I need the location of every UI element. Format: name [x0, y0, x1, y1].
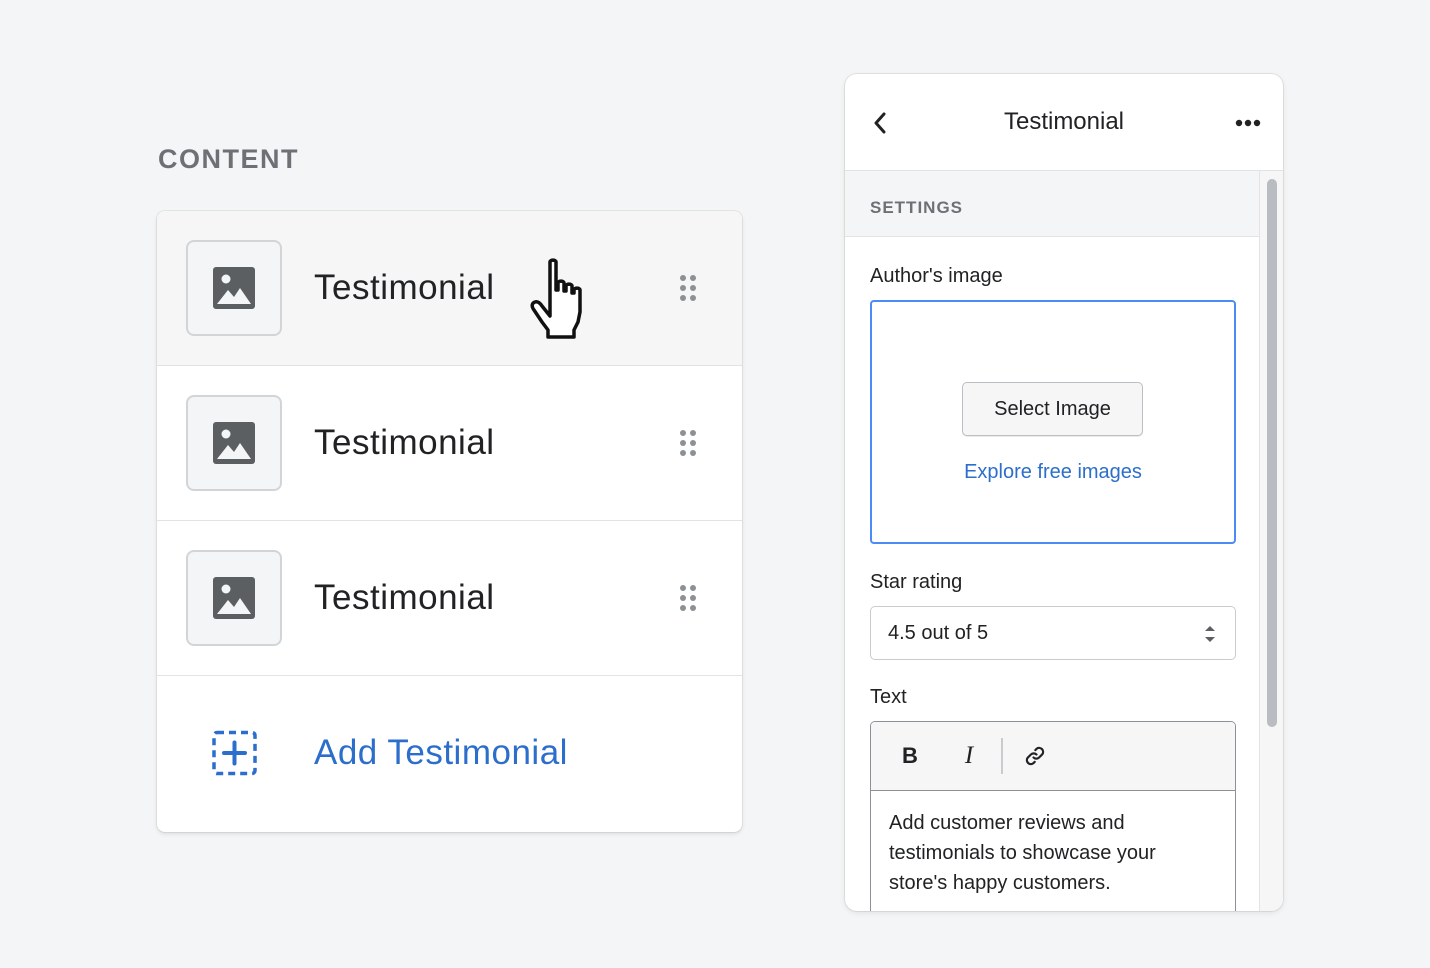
list-item-label: Testimonial	[314, 423, 495, 462]
bold-button[interactable]: B	[895, 741, 925, 771]
scrollbar-thumb[interactable]	[1267, 179, 1277, 727]
list-item-testimonial-1[interactable]: Testimonial	[157, 211, 742, 366]
testimonial-list: Testimonial Testimonial Testimonial Add …	[157, 211, 742, 832]
list-item-testimonial-2[interactable]: Testimonial	[157, 366, 742, 521]
panel-title: Testimonial	[1003, 108, 1125, 135]
settings-panel: Testimonial SETTINGS Author's image Sele…	[845, 74, 1283, 911]
toolbar-divider	[1001, 738, 1003, 774]
panel-body: SETTINGS Author's image Select Image Exp…	[845, 171, 1259, 911]
link-icon	[1025, 746, 1045, 766]
author-image-picker[interactable]: Select Image Explore free images	[870, 300, 1236, 544]
settings-heading: SETTINGS	[870, 198, 964, 217]
author-image-label: Author's image	[870, 265, 1003, 287]
panel-scrollbar[interactable]	[1259, 171, 1283, 911]
text-label: Text	[870, 686, 907, 708]
image-icon	[213, 267, 255, 309]
italic-button[interactable]: I	[954, 741, 984, 771]
star-rating-value: 4.5 out of 5	[888, 622, 989, 644]
image-placeholder-thumb	[186, 550, 282, 646]
drag-handle-icon[interactable]	[678, 428, 698, 458]
star-rating-label: Star rating	[870, 571, 963, 593]
add-testimonial-label: Add Testimonial	[314, 733, 568, 772]
drag-handle-icon[interactable]	[678, 583, 698, 613]
explore-free-images-link[interactable]: Explore free images	[872, 461, 1234, 484]
list-item-label: Testimonial	[314, 268, 495, 307]
editor-toolbar: B I	[871, 722, 1235, 791]
more-actions-button[interactable]	[1233, 112, 1263, 134]
list-item-label: Testimonial	[314, 578, 495, 617]
image-icon	[213, 577, 255, 619]
rich-text-editor: B I Add customer reviews and testimonial…	[870, 721, 1236, 911]
image-placeholder-thumb	[186, 240, 282, 336]
drag-handle-icon[interactable]	[678, 273, 698, 303]
content-heading: CONTENT	[158, 144, 299, 174]
star-rating-select[interactable]: 4.5 out of 5	[870, 606, 1236, 660]
select-arrows-icon	[1205, 626, 1215, 642]
list-item-testimonial-3[interactable]: Testimonial	[157, 521, 742, 676]
settings-section-header: SETTINGS	[845, 171, 1259, 237]
image-placeholder-thumb	[186, 395, 282, 491]
link-button[interactable]	[1020, 741, 1050, 771]
text-editor-content[interactable]: Add customer reviews and testimonials to…	[889, 808, 1219, 898]
pointer-hand-cursor-icon	[530, 258, 582, 339]
add-block-icon	[212, 730, 257, 776]
image-icon	[213, 422, 255, 464]
add-testimonial-button[interactable]: Add Testimonial	[157, 676, 742, 830]
select-image-button[interactable]: Select Image	[962, 382, 1143, 436]
panel-header: Testimonial	[845, 74, 1283, 171]
ellipsis-icon	[1235, 119, 1261, 127]
